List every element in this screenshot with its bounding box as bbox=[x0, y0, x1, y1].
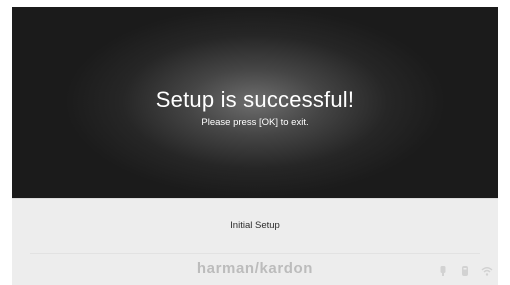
section-label-initial-setup: Initial Setup bbox=[230, 220, 280, 231]
exit-instruction: Please press [OK] to exit. bbox=[201, 117, 309, 128]
media-icon bbox=[459, 264, 471, 276]
usb-icon bbox=[437, 264, 449, 276]
setup-success-screen: Setup is successful! Please press [OK] t… bbox=[12, 7, 498, 198]
footer-divider bbox=[30, 253, 480, 254]
bottom-status-panel: Initial Setup harman/kardon bbox=[12, 198, 498, 285]
status-icon-group bbox=[437, 264, 493, 276]
setup-success-title: Setup is successful! bbox=[155, 87, 355, 112]
tv-screen-frame: Setup is successful! Please press [OK] t… bbox=[12, 7, 498, 285]
wifi-icon bbox=[481, 264, 493, 276]
brand-logo: harman/kardon bbox=[196, 260, 314, 277]
